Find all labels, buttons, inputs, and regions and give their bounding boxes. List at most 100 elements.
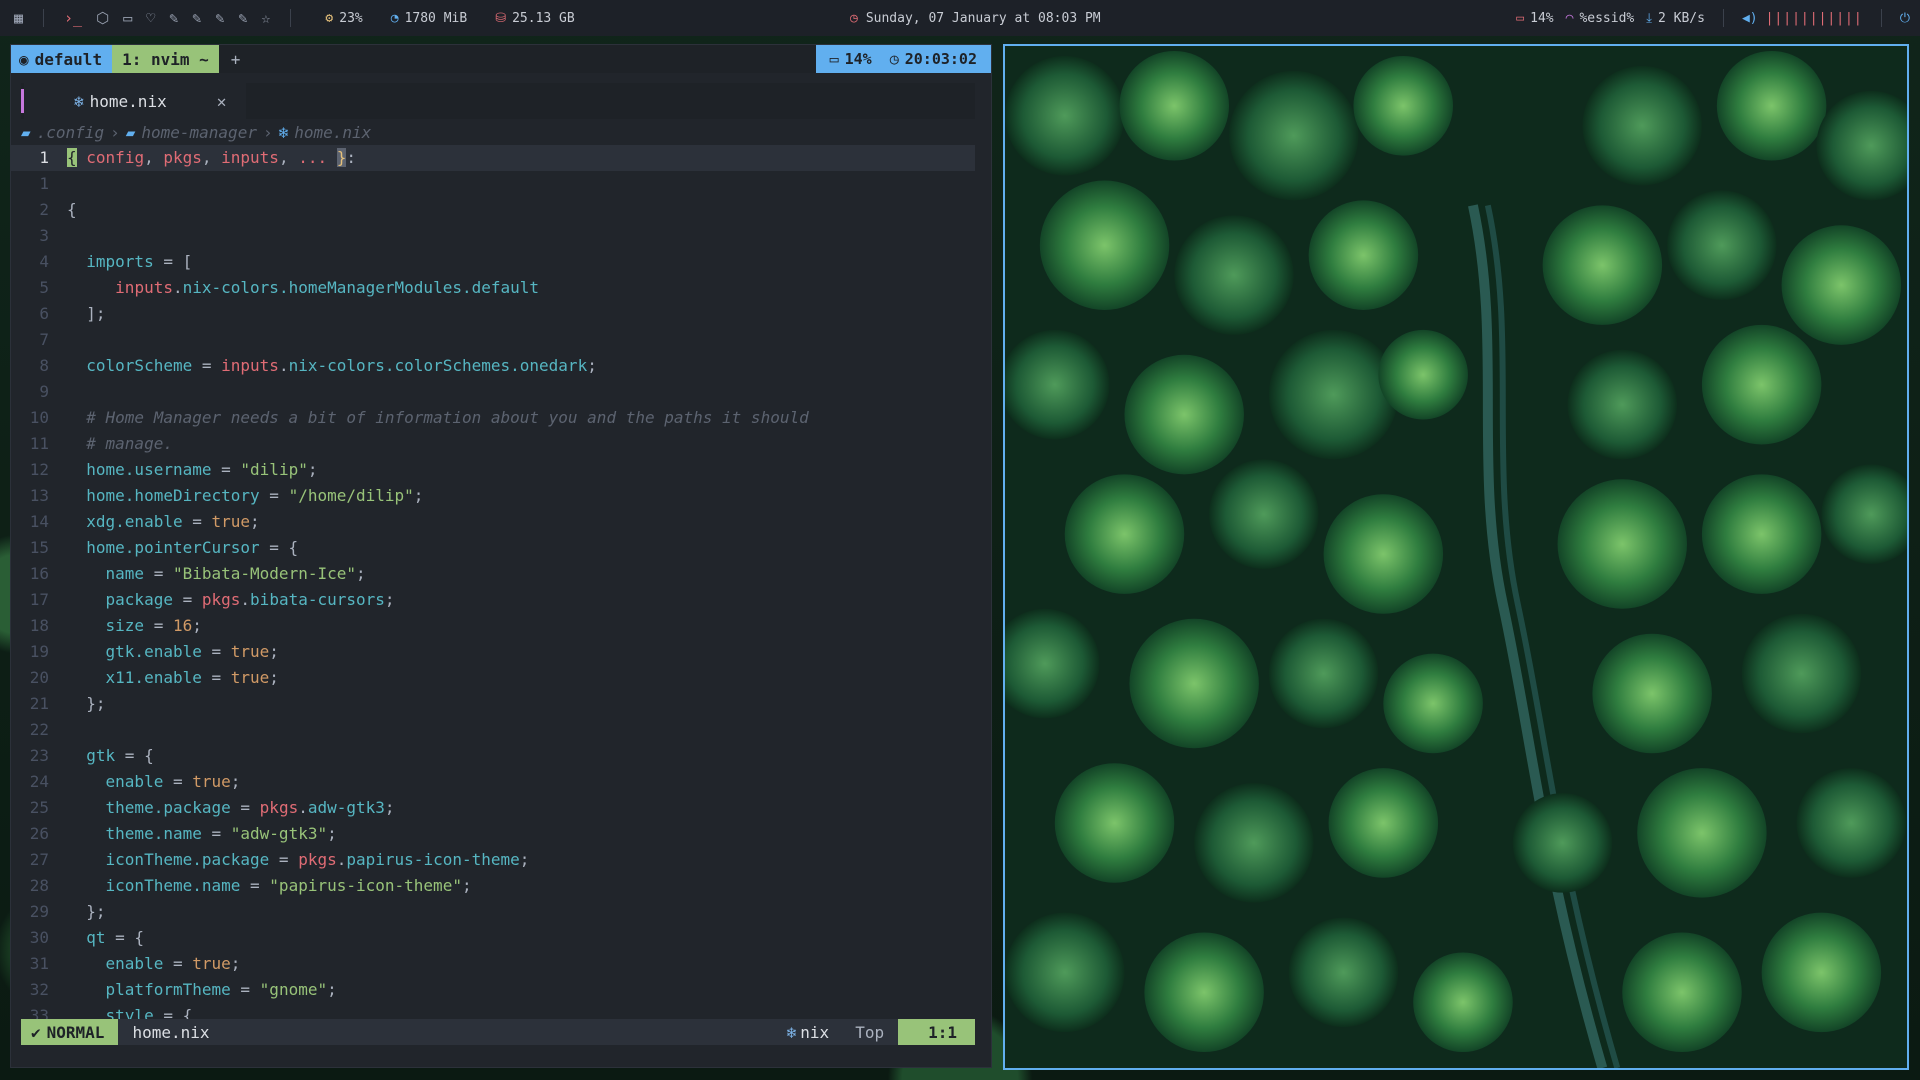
code-line[interactable]: 4 imports = [	[11, 249, 991, 275]
battery-icon: ▭	[1516, 10, 1525, 26]
line-number: 23	[29, 746, 49, 765]
folder-open-icon: ▰	[21, 122, 31, 142]
code-line[interactable]: 9	[11, 379, 991, 405]
code-line[interactable]: 24 enable = true;	[11, 769, 991, 795]
code-line[interactable]: 23 gtk = {	[11, 743, 991, 769]
code-line[interactable]: 16 name = "Bibata-Modern-Ice";	[11, 561, 991, 587]
line-number: 9	[39, 382, 49, 401]
cpu-indicator: ⚙ 23%	[325, 11, 362, 26]
star-icon[interactable]: ☆	[261, 9, 270, 27]
code-line[interactable]: 32 platformTheme = "gnome";	[11, 977, 991, 1003]
code-line[interactable]: 8 colorScheme = inputs.nix-colors.colorS…	[11, 353, 991, 379]
line-number: 10	[29, 408, 49, 427]
power-icon[interactable]: ⏻	[1900, 11, 1910, 26]
code-line[interactable]: 12 home.username = "dilip";	[11, 457, 991, 483]
line-code: {	[67, 200, 77, 219]
line-code: home.homeDirectory = "/home/dilip";	[86, 486, 424, 505]
folder-icon[interactable]: ▭	[123, 9, 132, 27]
code-line[interactable]: 19 gtk.enable = true;	[11, 639, 991, 665]
line-code: inputs.nix-colors.homeManagerModules.def…	[115, 278, 540, 297]
code-line[interactable]: 14 xdg.enable = true;	[11, 509, 991, 535]
terminal-icon[interactable]: ›_	[64, 9, 82, 27]
battery-indicator: ▭ 14%	[1516, 11, 1553, 26]
nix-icon: ❄	[74, 91, 84, 111]
code-line[interactable]: 17 package = pkgs.bibata-cursors;	[11, 587, 991, 613]
code-line[interactable]: 3	[11, 223, 991, 249]
code-line[interactable]: 1	[11, 171, 991, 197]
new-window-button[interactable]: +	[231, 50, 241, 69]
line-number: 4	[39, 252, 49, 271]
clock-widget[interactable]: ◷ Sunday, 07 January at 08:03 PM	[850, 0, 1101, 36]
line-number: 18	[29, 616, 49, 635]
top-bar: ▦ ›_ ⬡ ▭ ♡ ✎ ✎ ✎ ✎ ☆ ⚙ 23% ◔ 1780 MiB ⛁ …	[0, 0, 1920, 36]
code-line[interactable]: 28 iconTheme.name = "papirus-icon-theme"…	[11, 873, 991, 899]
line-code: gtk = {	[86, 746, 154, 765]
code-line[interactable]: 27 iconTheme.package = pkgs.papirus-icon…	[11, 847, 991, 873]
nix-icon: ❄	[786, 1022, 797, 1042]
line-number: 16	[29, 564, 49, 583]
code-line[interactable]: 2{	[11, 197, 991, 223]
code-line[interactable]: 21 };	[11, 691, 991, 717]
disk-value: 25.13 GB	[512, 10, 575, 26]
wifi-icon: ◠	[1565, 10, 1574, 26]
line-number: 5	[39, 278, 49, 297]
line-code: enable = true;	[105, 772, 241, 791]
code-editor[interactable]: 1{ config, pkgs, inputs, ... }: 1 2{ 3 4…	[11, 145, 991, 1029]
browser-icon[interactable]: ⬡	[96, 9, 109, 27]
code-line[interactable]: 6 ];	[11, 301, 991, 327]
code-line[interactable]: 25 theme.package = pkgs.adw-gtk3;	[11, 795, 991, 821]
close-icon[interactable]: ✕	[217, 92, 227, 111]
code-line[interactable]: 29 };	[11, 899, 991, 925]
edit-icon[interactable]: ✎	[169, 9, 178, 27]
scroll-position: Top	[855, 1022, 885, 1042]
memory-value: 1780 MiB	[404, 10, 468, 26]
clock-icon: ◷	[850, 10, 858, 26]
code-line[interactable]: 1 { config, pkgs, inputs, ... }:	[11, 145, 975, 171]
volume-indicator[interactable]: ◀) |||||||||||	[1742, 11, 1863, 26]
code-line[interactable]: 11 # manage.	[11, 431, 991, 457]
edit-icon[interactable]: ✎	[215, 9, 224, 27]
line-number: 28	[29, 876, 49, 895]
buffer-tab[interactable]: ❄ home.nix ✕	[24, 83, 247, 119]
line-code: package = pkgs.bibata-cursors;	[105, 590, 395, 609]
code-line[interactable]: 26 theme.name = "adw-gtk3";	[11, 821, 991, 847]
heart-icon[interactable]: ♡	[146, 9, 155, 27]
tmux-clock-value: 20:03:02	[904, 50, 977, 68]
tmux-right-status: ▭ 14% ◷ 20:03:02	[815, 45, 991, 73]
line-code: iconTheme.name = "papirus-icon-theme";	[105, 876, 472, 895]
edit-icon[interactable]: ✎	[192, 9, 201, 27]
tmux-window-tab[interactable]: 1: nvim ~	[112, 45, 219, 73]
vim-icon: ✔	[31, 1022, 41, 1042]
code-line[interactable]: 31 enable = true;	[11, 951, 991, 977]
breadcrumb-item[interactable]: .config	[37, 123, 104, 142]
breadcrumb-item[interactable]: home-manager	[141, 123, 257, 142]
code-line[interactable]: 15 home.pointerCursor = {	[11, 535, 991, 561]
code-line[interactable]: 30 qt = {	[11, 925, 991, 951]
tmux-session[interactable]: ◉ default	[11, 45, 113, 73]
edit-icon[interactable]: ✎	[238, 9, 247, 27]
code-line[interactable]: 13 home.homeDirectory = "/home/dilip";	[11, 483, 991, 509]
image-viewer-window[interactable]	[1003, 44, 1909, 1070]
tmux-battery-value: 14%	[844, 50, 872, 68]
code-line[interactable]: 7	[11, 327, 991, 353]
line-number: 22	[29, 720, 49, 739]
speaker-icon: ◀)	[1741, 10, 1758, 26]
code-line[interactable]: 22	[11, 717, 991, 743]
breadcrumb-item[interactable]: home.nix	[294, 123, 371, 142]
line-number: 11	[29, 434, 49, 453]
status-filename: home.nix	[132, 1022, 210, 1042]
memory-icon: ◔	[390, 10, 399, 26]
terminal-window[interactable]: ◉ default 1: nvim ~ + ▭ 14% ◷ 20:03:02 ❄…	[10, 44, 992, 1068]
line-number: 27	[29, 850, 49, 869]
line-number: 32	[29, 980, 49, 999]
code-line[interactable]: 5 inputs.nix-colors.homeManagerModules.d…	[11, 275, 991, 301]
code-line[interactable]: 18 size = 16;	[11, 613, 991, 639]
code-line[interactable]: 10 # Home Manager needs a bit of informa…	[11, 405, 991, 431]
bufferline: ❄ home.nix ✕	[21, 83, 975, 119]
line-number: 31	[29, 954, 49, 973]
code-line[interactable]: 20 x11.enable = true;	[11, 665, 991, 691]
line-number: 14	[29, 512, 49, 531]
line-code: ];	[67, 304, 106, 323]
grid-icon[interactable]: ▦	[14, 9, 23, 27]
wifi-indicator[interactable]: ◠ %essid%	[1566, 11, 1635, 26]
